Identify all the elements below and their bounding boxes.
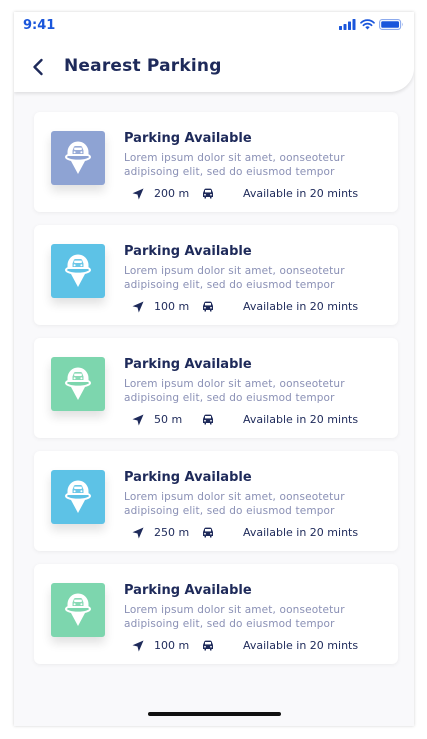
car-icon (203, 414, 213, 425)
parking-card[interactable]: Parking Available Lorem ipsum dolor sit … (34, 112, 398, 212)
card-title: Parking Available (124, 470, 252, 485)
parking-card[interactable]: Parking Available Lorem ipsum dolor sit … (34, 338, 398, 438)
chevron-left-icon (33, 58, 43, 76)
card-description: Lorem ipsum dolor sit amet, oonseotetur … (124, 604, 345, 630)
app-header: 9:41 Nearest Parking (14, 12, 414, 92)
status-icons (339, 19, 404, 30)
parking-thumbnail (51, 357, 105, 411)
phone-screen: 9:41 Nearest Parking Parking Available L… (14, 12, 414, 726)
parking-thumbnail (51, 583, 105, 637)
card-meta: 250 m Available in 20 mints (124, 526, 386, 540)
car-icon (203, 188, 213, 199)
parking-pin-icon (65, 367, 91, 400)
card-title: Parking Available (124, 583, 252, 598)
navigation-arrow-icon (132, 414, 144, 426)
parking-pin-icon (65, 593, 91, 626)
status-time: 9:41 (23, 18, 56, 33)
page-title: Nearest Parking (64, 56, 222, 76)
navigation-arrow-icon (132, 188, 144, 200)
distance-text: 200 m (154, 187, 190, 200)
parking-pin-icon (65, 480, 91, 513)
parking-thumbnail (51, 131, 105, 185)
home-indicator[interactable] (148, 712, 281, 716)
parking-pin-icon (65, 141, 91, 174)
wifi-icon (360, 19, 375, 30)
card-title: Parking Available (124, 131, 252, 146)
parking-list: Parking Available Lorem ipsum dolor sit … (34, 112, 398, 677)
availability-text: Available in 20 mints (243, 413, 359, 426)
card-description: Lorem ipsum dolor sit amet, oonseotetur … (124, 265, 345, 291)
card-description: Lorem ipsum dolor sit amet, oonseotetur … (124, 378, 345, 404)
availability-text: Available in 20 mints (243, 526, 359, 539)
parking-pin-icon (65, 254, 91, 287)
card-description: Lorem ipsum dolor sit amet, oonseotetur … (124, 491, 345, 517)
distance-text: 100 m (154, 300, 190, 313)
card-meta: 200 m Available in 20 mints (124, 187, 386, 201)
card-meta: 100 m Available in 20 mints (124, 639, 386, 653)
navigation-arrow-icon (132, 527, 144, 539)
card-description: Lorem ipsum dolor sit amet, oonseotetur … (124, 152, 345, 178)
availability-text: Available in 20 mints (243, 300, 359, 313)
availability-text: Available in 20 mints (243, 187, 359, 200)
car-icon (203, 640, 213, 651)
parking-thumbnail (51, 244, 105, 298)
parking-thumbnail (51, 470, 105, 524)
signal-icon (339, 19, 356, 30)
availability-text: Available in 20 mints (243, 639, 359, 652)
car-icon (203, 301, 213, 312)
distance-text: 100 m (154, 639, 190, 652)
navigation-arrow-icon (132, 640, 144, 652)
car-icon (203, 527, 213, 538)
distance-text: 50 m (154, 413, 183, 426)
parking-card[interactable]: Parking Available Lorem ipsum dolor sit … (34, 564, 398, 664)
card-title: Parking Available (124, 357, 252, 372)
parking-card[interactable]: Parking Available Lorem ipsum dolor sit … (34, 451, 398, 551)
back-button[interactable] (28, 56, 48, 78)
battery-icon (379, 19, 403, 30)
card-meta: 50 m Available in 20 mints (124, 413, 386, 427)
parking-card[interactable]: Parking Available Lorem ipsum dolor sit … (34, 225, 398, 325)
card-title: Parking Available (124, 244, 252, 259)
navigation-arrow-icon (132, 301, 144, 313)
distance-text: 250 m (154, 526, 190, 539)
card-meta: 100 m Available in 20 mints (124, 300, 386, 314)
